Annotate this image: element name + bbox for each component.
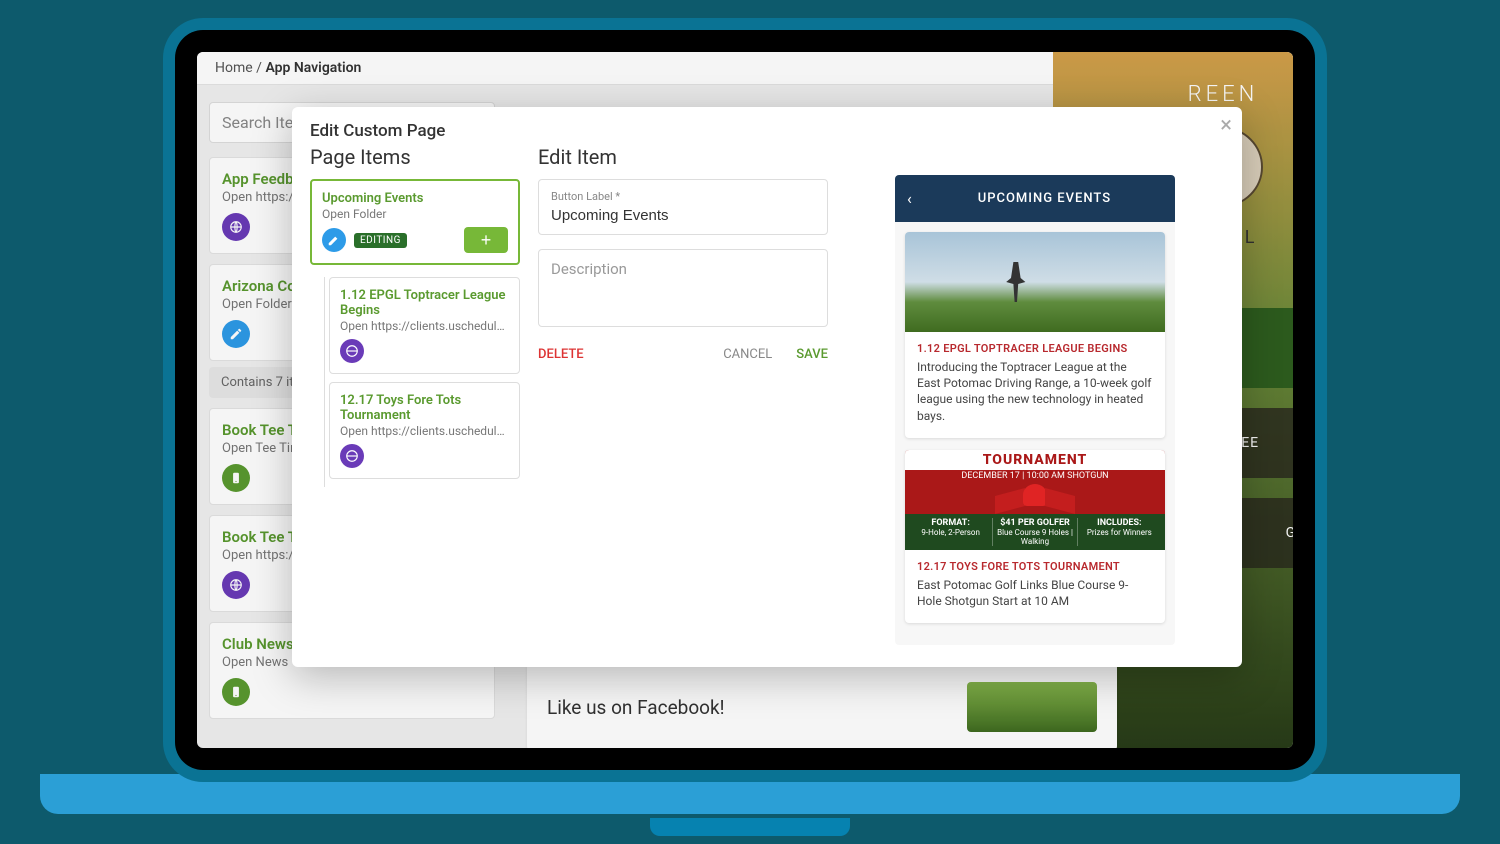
- close-icon[interactable]: ×: [1220, 113, 1232, 138]
- laptop-frame: Home / App Navigation Content Items Sear…: [175, 30, 1315, 770]
- event-image-golfer: [905, 232, 1165, 332]
- laptop-base: [40, 774, 1460, 814]
- globe-icon: [340, 339, 364, 363]
- page-item-upcoming-events[interactable]: Upcoming Events Open Folder EDITING +: [310, 179, 520, 265]
- pencil-icon: [322, 228, 346, 252]
- event-card-2[interactable]: TOURNAMENT DECEMBER 17 | 10:00 AM SHOTGU…: [905, 450, 1165, 623]
- delete-button[interactable]: DELETE: [538, 347, 584, 362]
- back-icon[interactable]: ‹: [907, 189, 912, 208]
- phone-preview-column: ‹ UPCOMING EVENTS 1.12 EPGL TOPTRACER LE…: [846, 145, 1224, 649]
- edit-custom-page-modal: × Edit Custom Page Page Items Upcoming E…: [292, 107, 1242, 667]
- description-field[interactable]: Description: [538, 249, 828, 327]
- phone-preview: ‹ UPCOMING EVENTS 1.12 EPGL TOPTRACER LE…: [895, 175, 1175, 645]
- event-image-tournament: TOURNAMENT DECEMBER 17 | 10:00 AM SHOTGU…: [905, 450, 1165, 550]
- edit-item-column: Edit Item Button Label * Description DEL…: [538, 145, 828, 649]
- screen: Home / App Navigation Content Items Sear…: [197, 52, 1293, 748]
- laptop-notch: [650, 818, 850, 836]
- page-item-nested-1[interactable]: 1.12 EPGL Toptracer League Begins Open h…: [329, 277, 520, 374]
- modal-title: Edit Custom Page: [292, 107, 1242, 145]
- page-items-column: Page Items Upcoming Events Open Folder E…: [310, 145, 520, 649]
- globe-icon: [340, 444, 364, 468]
- phone-header: ‹ UPCOMING EVENTS: [895, 175, 1175, 222]
- page-item-nested-2[interactable]: 12.17 Toys Fore Tots Tournament Open htt…: [329, 382, 520, 479]
- save-button[interactable]: SAVE: [796, 347, 828, 362]
- button-label-input[interactable]: [551, 207, 815, 224]
- cancel-button[interactable]: CANCEL: [723, 347, 772, 362]
- event-card-1[interactable]: 1.12 EPGL TOPTRACER LEAGUE BEGINS Introd…: [905, 232, 1165, 438]
- add-item-button[interactable]: +: [464, 227, 508, 253]
- editing-badge: EDITING: [354, 233, 407, 248]
- nested-items: 1.12 EPGL Toptracer League Begins Open h…: [324, 277, 520, 487]
- button-label-field[interactable]: Button Label *: [538, 179, 828, 235]
